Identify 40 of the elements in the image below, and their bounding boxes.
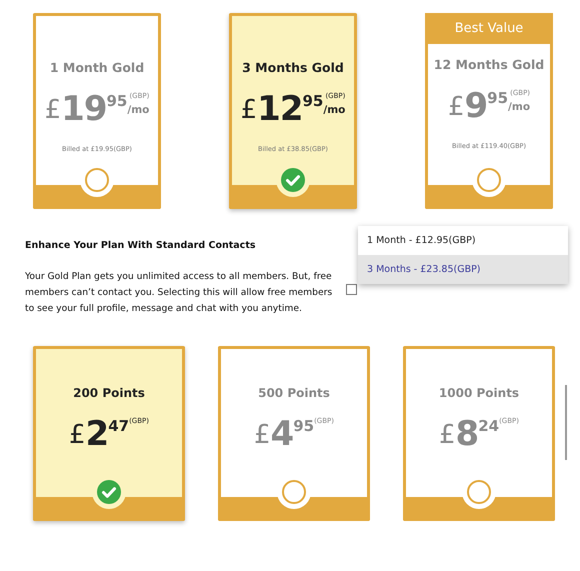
- dropdown-option[interactable]: 3 Months - £23.85(GBP): [358, 255, 568, 284]
- currency-sign: £: [68, 420, 86, 450]
- best-value-banner: Best Value: [425, 13, 553, 44]
- currency-sign: £: [254, 420, 271, 450]
- price-unit: /mo: [127, 104, 150, 116]
- description-text: Your Gold Plan gets you unlimited access to all members. But, free members can’t contact you. Selecting this will allow free members to see your full profile, message and chat with you anytime.: [25, 270, 334, 316]
- radio-button[interactable]: [85, 168, 109, 192]
- price-cents: 47: [108, 417, 130, 435]
- radio-button[interactable]: [282, 480, 306, 504]
- price-unit: /mo: [323, 104, 346, 116]
- plan-title: 12 Months Gold: [434, 57, 544, 72]
- plan-title: 1 Month Gold: [50, 60, 144, 75]
- points-title: 200 Points: [73, 386, 145, 400]
- scrollbar[interactable]: [565, 385, 567, 460]
- points-title: 500 Points: [258, 386, 330, 400]
- dropdown-option[interactable]: 1 Month - £12.95(GBP): [358, 226, 568, 255]
- price-unit: /mo: [508, 101, 530, 113]
- points-title: 1000 Points: [438, 386, 520, 400]
- price-amount: 4: [270, 414, 294, 454]
- price-amount: 8: [456, 414, 478, 454]
- price-amount: 19: [61, 89, 106, 129]
- radio-button[interactable]: [477, 168, 501, 192]
- price-amount: 9: [464, 86, 488, 126]
- price-cents: 95: [293, 417, 314, 435]
- price-amount: 2: [86, 414, 108, 454]
- check-icon[interactable]: [281, 168, 305, 192]
- price-cents: 24: [478, 417, 500, 435]
- currency-sign: £: [240, 95, 258, 125]
- currency-sign: £: [438, 420, 456, 450]
- checkbox[interactable]: [346, 284, 357, 294]
- price-cents: 95: [487, 89, 508, 107]
- section-heading: Enhance Your Plan With Standard Contacts: [25, 240, 256, 251]
- currency-sign: £: [448, 92, 464, 122]
- price-cents: 95: [106, 92, 128, 110]
- plan-title: 3 Months Gold: [242, 60, 344, 75]
- radio-button[interactable]: [467, 480, 491, 504]
- currency-sign: £: [44, 95, 62, 125]
- price-cents: 95: [302, 92, 324, 110]
- price-amount: 12: [257, 89, 302, 129]
- check-icon[interactable]: [97, 480, 121, 504]
